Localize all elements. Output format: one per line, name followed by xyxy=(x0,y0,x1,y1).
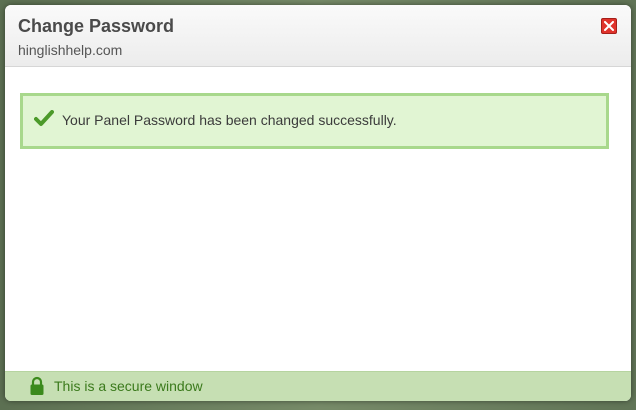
success-alert: Your Panel Password has been changed suc… xyxy=(20,93,609,149)
change-password-dialog: Change Password hinglishhelp.com Your Pa… xyxy=(5,5,631,401)
success-message: Your Panel Password has been changed suc… xyxy=(62,112,397,128)
dialog-title: Change Password xyxy=(18,16,175,36)
dialog-header: Change Password hinglishhelp.com xyxy=(5,5,631,67)
secure-window-text: This is a secure window xyxy=(54,378,203,394)
lock-icon xyxy=(30,376,44,395)
close-button[interactable] xyxy=(601,18,617,34)
dialog-body: Your Panel Password has been changed suc… xyxy=(5,67,631,371)
dialog-subtitle: hinglishhelp.com xyxy=(18,42,123,58)
dialog-footer: This is a secure window xyxy=(5,371,631,401)
checkmark-icon xyxy=(34,110,54,126)
close-icon xyxy=(604,21,614,31)
